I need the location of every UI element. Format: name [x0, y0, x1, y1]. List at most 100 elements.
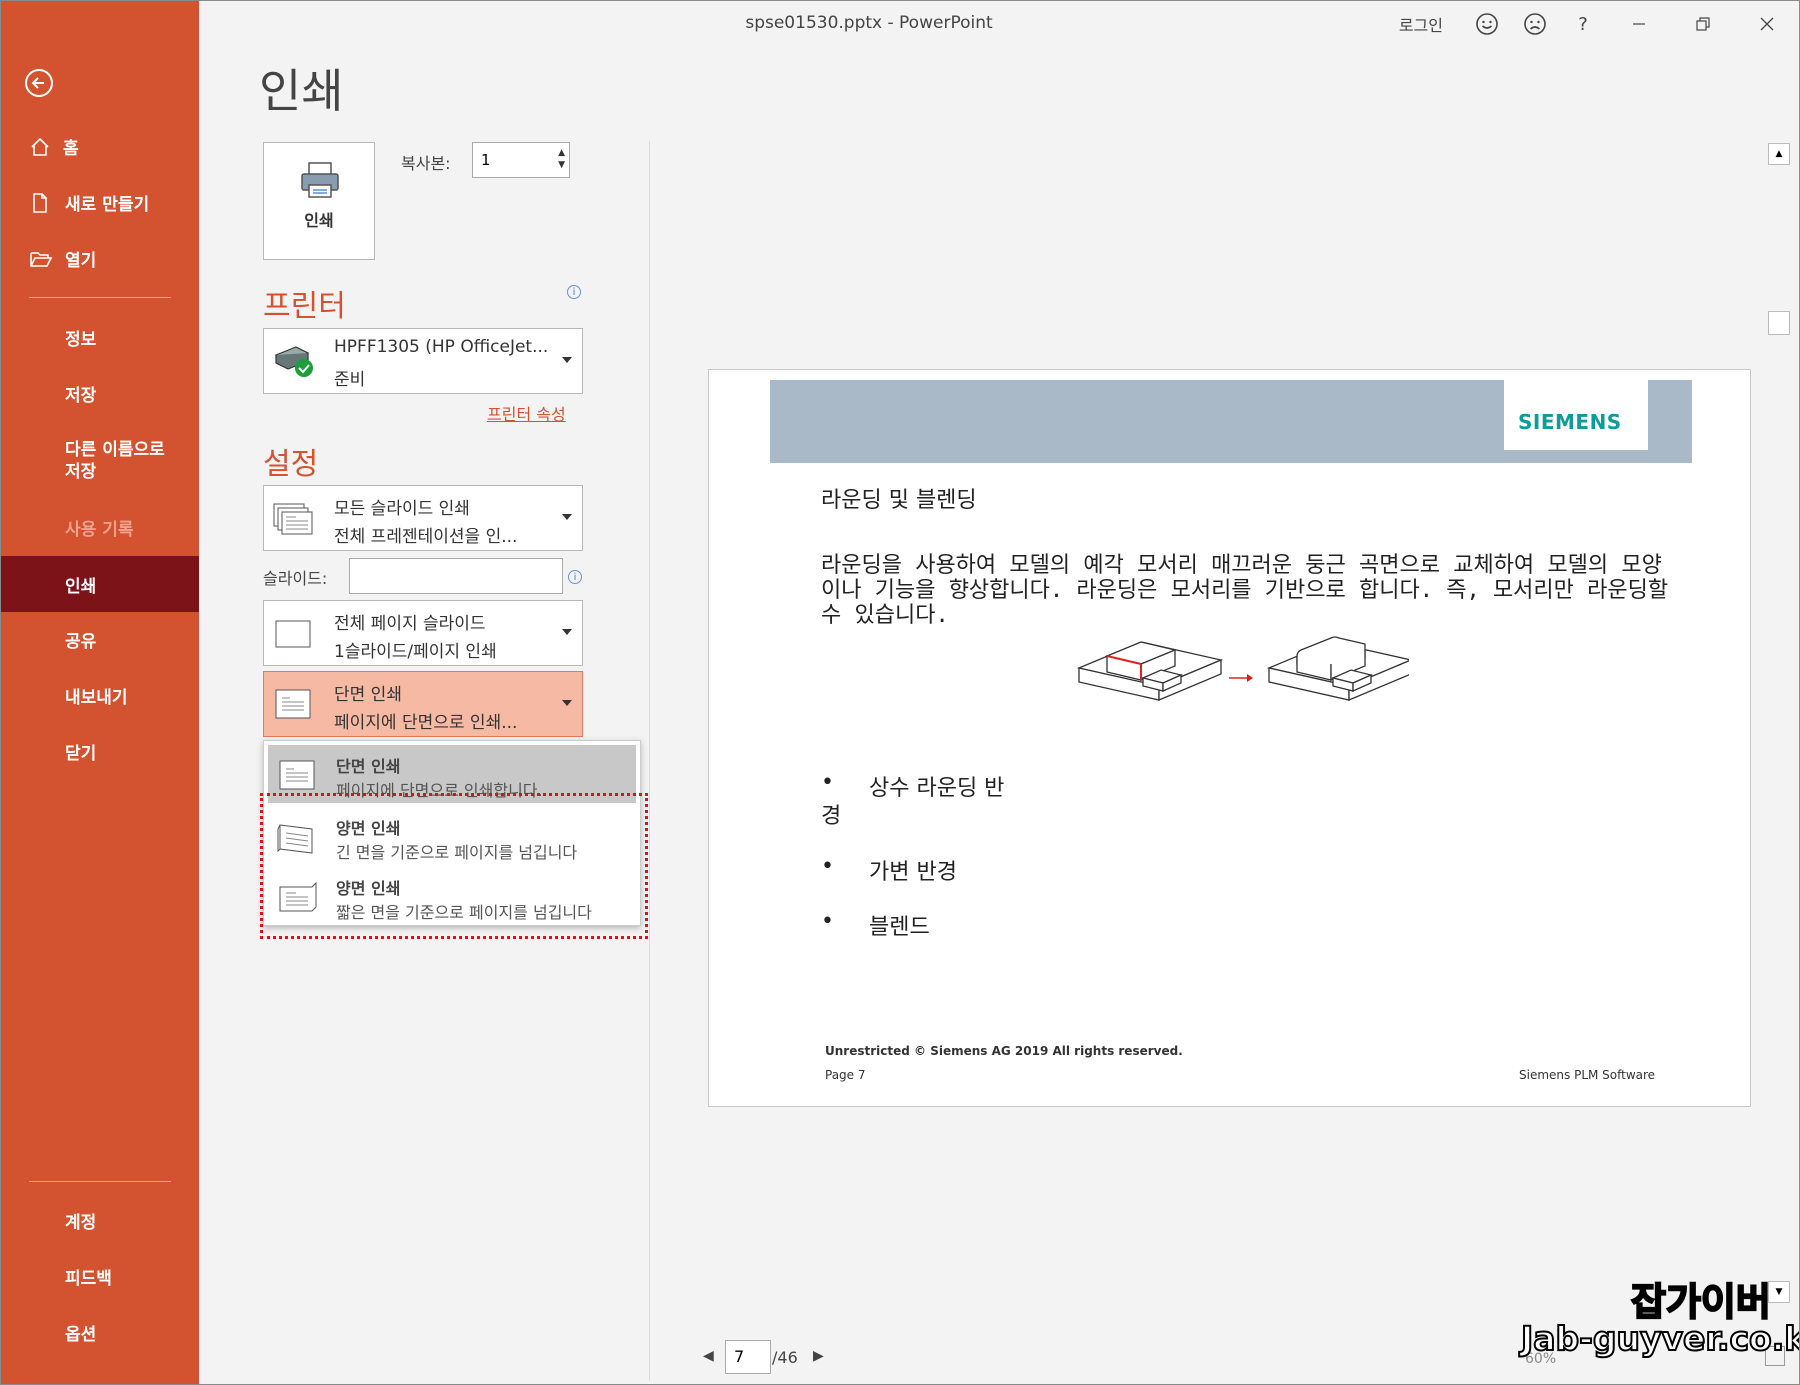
- sidebar-item-label: 내보내기: [65, 687, 128, 708]
- slides-input[interactable]: [349, 558, 563, 594]
- sidebar-item-label: 다른 이름으로 저장: [65, 440, 165, 482]
- watermark-url: Jab-guyver.co.kr: [1520, 1318, 1800, 1359]
- sides-desc: 페이지에 단면으로 인쇄...: [334, 713, 518, 733]
- single-sided-icon: [276, 755, 320, 795]
- sides-dropdown[interactable]: 단면 인쇄 페이지에 단면으로 인쇄...: [263, 671, 583, 737]
- layout-dropdown[interactable]: 전체 페이지 슬라이드 1슬라이드/페이지 인쇄: [263, 600, 583, 666]
- layout-desc: 1슬라이드/페이지 인쇄: [334, 642, 497, 662]
- sidebar-item-save-as[interactable]: 다른 이름으로 저장: [1, 429, 199, 493]
- sidebar-item-label: 계정: [65, 1212, 97, 1233]
- spin-arrows-icon[interactable]: ▲ ▼: [558, 147, 565, 171]
- sidebar-item-label: 옵션: [65, 1324, 97, 1345]
- restore-icon[interactable]: [1671, 1, 1735, 47]
- highlight-annotation: [260, 793, 648, 939]
- print-button-label: 인쇄: [304, 211, 334, 230]
- open-folder-icon: [29, 248, 53, 270]
- slide-paragraph: 라운딩을 사용하여 모델의 예각 모서리 매끄러운 둥근 곡면으로 교체하여 모…: [821, 553, 1669, 628]
- siemens-logo: SIEMENS: [1518, 410, 1622, 434]
- info-icon[interactable]: i: [568, 570, 582, 584]
- chevron-down-icon: [562, 514, 572, 520]
- pane-divider: [649, 141, 650, 1381]
- sidebar-item-open[interactable]: 열기: [1, 232, 199, 284]
- logo-box: SIEMENS: [1504, 380, 1648, 456]
- print-range-dropdown[interactable]: 모든 슬라이드 인쇄 전체 프레젠테이션을 인...: [263, 485, 583, 551]
- slide-footer-company: Siemens PLM Software: [1519, 1068, 1656, 1082]
- full-page-slide-icon: [270, 613, 316, 653]
- page-title: 인쇄: [259, 64, 344, 118]
- sidebar-item-save[interactable]: 저장: [1, 367, 199, 419]
- sidebar-item-share[interactable]: 공유: [1, 613, 199, 665]
- help-icon[interactable]: ?: [1559, 1, 1607, 47]
- printer-section-title: 프린터: [263, 289, 346, 324]
- sidebar-item-new[interactable]: 새로 만들기: [1, 176, 199, 228]
- printer-name: HPFF1305 (HP OfficeJet...: [334, 337, 549, 357]
- sidebar-item-info[interactable]: 정보: [1, 311, 199, 363]
- sidebar-item-print[interactable]: 인쇄: [1, 556, 199, 612]
- chevron-down-icon: [562, 700, 572, 706]
- sidebar-item-home[interactable]: 홈: [1, 120, 199, 172]
- slide-footer-copyright: Unrestricted © Siemens AG 2019 All right…: [825, 1044, 1183, 1058]
- sidebar-item-options[interactable]: 옵션: [1, 1306, 199, 1358]
- settings-section-title: 설정: [263, 447, 319, 482]
- chevron-down-icon: [562, 357, 572, 363]
- sidebar-item-label: 열기: [65, 250, 97, 271]
- sidebar-item-label: 사용 기록: [65, 519, 134, 540]
- sidebar-item-label: 정보: [65, 329, 97, 350]
- sidebar-item-label: 새로 만들기: [65, 194, 150, 215]
- copies-label: 복사본:: [401, 154, 451, 173]
- home-icon: [29, 136, 51, 158]
- sidebar-item-label: 인쇄: [65, 576, 97, 597]
- print-range-title: 모든 슬라이드 인쇄: [334, 499, 470, 519]
- sidebar-divider: [29, 297, 171, 298]
- slide-footer-page: Page 7: [825, 1068, 866, 1082]
- sides-title: 단면 인쇄: [334, 685, 402, 705]
- sidebar-item-export[interactable]: 내보내기: [1, 669, 199, 721]
- app-window: 홈 새로 만들기 열기 정보 저장 다른 이름으로 저장 사용 기록 인쇄 공유…: [0, 0, 1800, 1385]
- title-bar-controls: 로그인 ?: [1399, 1, 1799, 47]
- sidebar-item-close[interactable]: 닫기: [1, 725, 199, 777]
- layout-title: 전체 페이지 슬라이드: [334, 614, 486, 634]
- scroll-up-icon[interactable]: ▲: [1768, 143, 1790, 165]
- print-button[interactable]: 인쇄: [263, 142, 375, 260]
- copies-stepper[interactable]: 1 ▲ ▼: [472, 142, 570, 178]
- scroll-down-icon[interactable]: ▼: [1768, 1281, 1790, 1303]
- sidebar-item-label: 홈: [63, 138, 79, 159]
- printer-properties-link[interactable]: 프린터 속성: [487, 401, 566, 425]
- previous-page-icon[interactable]: ◀: [703, 1348, 714, 1364]
- sidebar-item-label: 닫기: [65, 743, 97, 764]
- back-arrow-icon[interactable]: [25, 69, 53, 97]
- preview-scrollbar[interactable]: ▲ ▼: [1768, 143, 1790, 1303]
- page-number-input[interactable]: 7: [725, 1340, 771, 1374]
- info-icon[interactable]: i: [567, 285, 581, 299]
- close-icon[interactable]: [1735, 1, 1799, 47]
- sidebar-item-account[interactable]: 계정: [1, 1194, 199, 1246]
- login-link[interactable]: 로그인: [1399, 12, 1443, 36]
- title-bar: spse01530.pptx - PowerPoint 로그인 ?: [199, 1, 1799, 47]
- sidebar-item-label: 공유: [65, 631, 97, 652]
- printer-status: 준비: [334, 370, 366, 390]
- backstage-sidebar: 홈 새로 만들기 열기 정보 저장 다른 이름으로 저장 사용 기록 인쇄 공유…: [1, 1, 199, 1384]
- new-document-icon: [29, 192, 51, 214]
- print-range-desc: 전체 프레젠테이션을 인...: [334, 527, 518, 547]
- sidebar-item-feedback[interactable]: 피드백: [1, 1250, 199, 1302]
- page-total: /46: [772, 1348, 798, 1367]
- next-page-icon[interactable]: ▶: [813, 1348, 824, 1364]
- smile-feedback-icon[interactable]: [1463, 1, 1511, 47]
- slide-preview: SIEMENS 라운딩 및 블렌딩 라운딩을 사용하여 모델의 예각 모서리 매…: [708, 369, 1751, 1107]
- minimize-icon[interactable]: [1607, 1, 1671, 47]
- slide-banner: SIEMENS: [770, 380, 1692, 463]
- printer-ready-icon: [270, 341, 316, 381]
- single-sided-icon: [270, 684, 316, 724]
- all-slides-icon: [270, 498, 316, 538]
- slide-heading: 라운딩 및 블렌딩: [821, 488, 977, 513]
- scroll-thumb[interactable]: [1768, 311, 1790, 335]
- sidebar-divider: [29, 1181, 171, 1182]
- printer-dropdown[interactable]: HPFF1305 (HP OfficeJet... 준비: [263, 328, 583, 394]
- rounding-diagram: [1076, 636, 1409, 701]
- sidebar-item-label: 피드백: [65, 1268, 112, 1289]
- watermark-title: 잡가이버: [1630, 1279, 1772, 1325]
- frown-feedback-icon[interactable]: [1511, 1, 1559, 47]
- chevron-down-icon: [562, 629, 572, 635]
- printer-icon: [301, 162, 339, 198]
- menu-item-title: 단면 인쇄: [336, 757, 401, 776]
